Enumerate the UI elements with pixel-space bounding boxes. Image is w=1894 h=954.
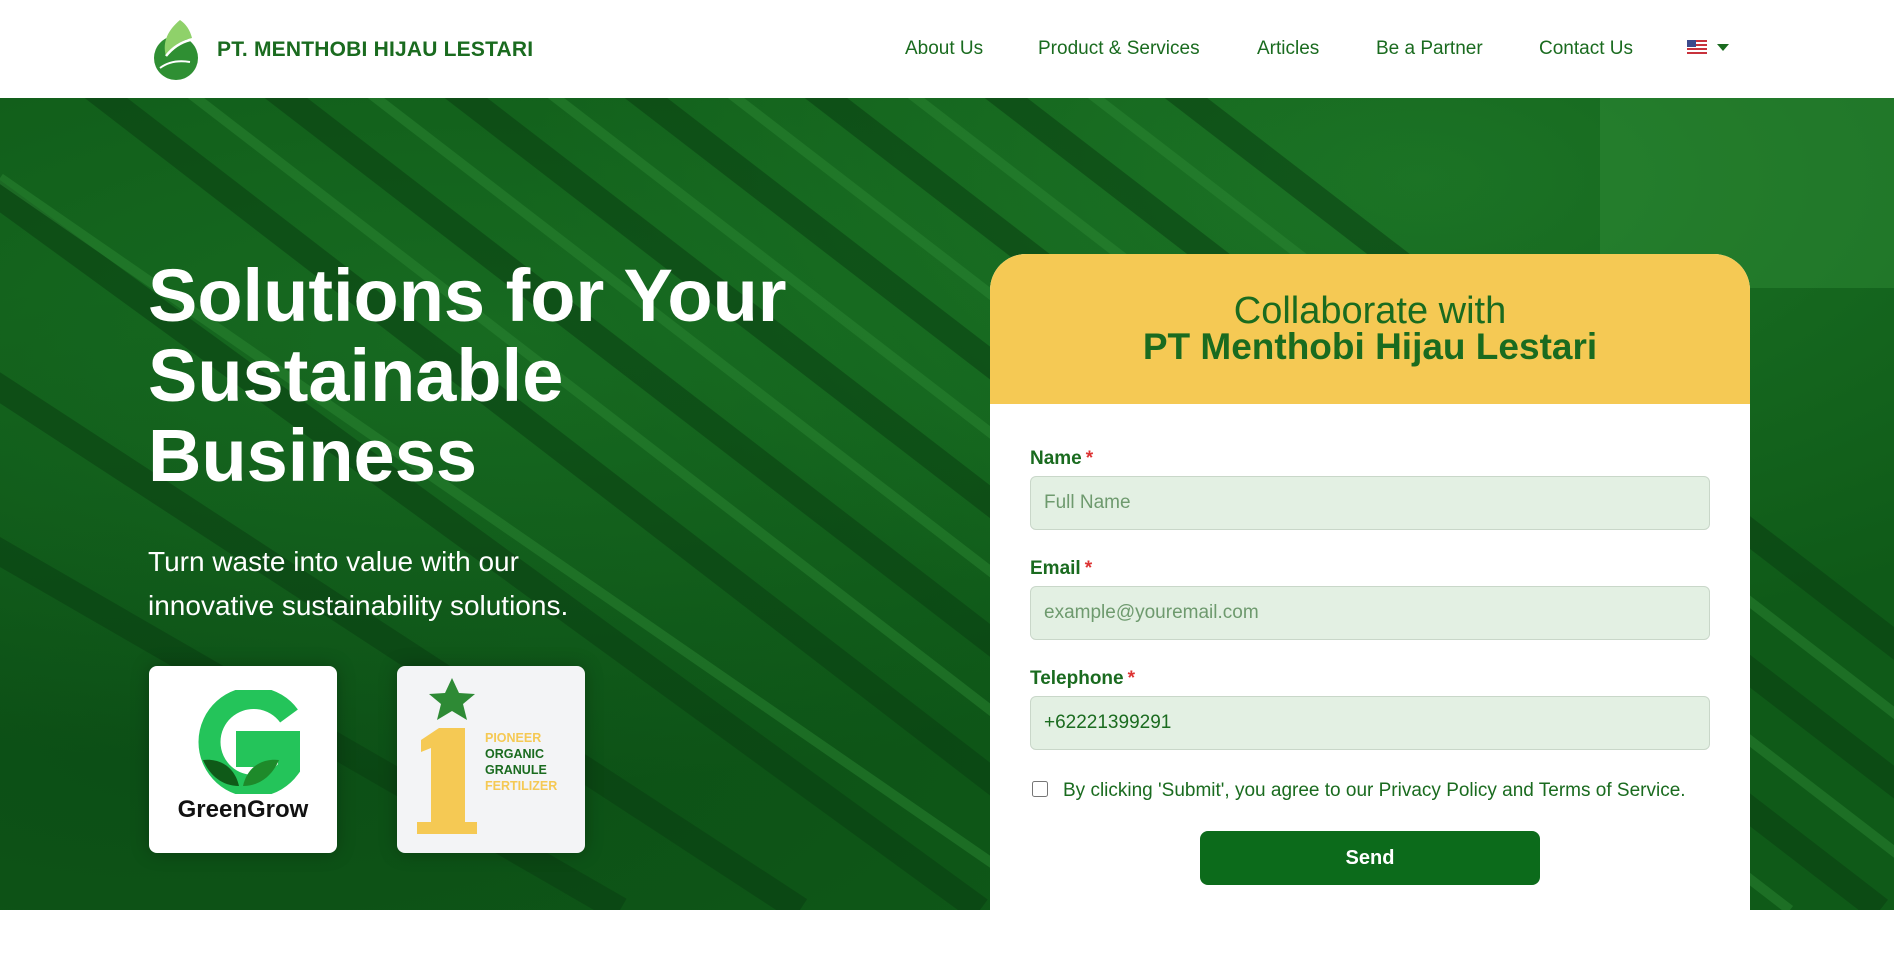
pioneer-line-1: PIONEER <box>485 731 542 745</box>
greengrow-logo-icon <box>198 690 300 794</box>
greengrow-label: GreenGrow <box>177 796 309 823</box>
form-heading-line2: PT Menthobi Hijau Lestari <box>1142 326 1598 367</box>
chevron-down-icon <box>1717 43 1729 51</box>
telephone-label: Telephone * <box>1030 668 1136 689</box>
consent-text: By clicking 'Submit', you agree to our P… <box>1063 780 1686 801</box>
pioneer-line-4: FERTILIZER <box>485 779 558 793</box>
language-selector[interactable] <box>1687 40 1729 54</box>
form-header: Collaborate with PT Menthobi Hijau Lesta… <box>990 254 1750 404</box>
hero-subtitle-line1: Turn waste into value with our <box>148 546 519 577</box>
consent-checkbox[interactable] <box>1032 781 1048 797</box>
pioneer-line-3: GRANULE <box>485 763 547 777</box>
nav-product-services[interactable]: Product & Services <box>1038 38 1200 60</box>
email-field[interactable] <box>1030 586 1710 640</box>
hero-subtitle-line2: innovative sustainability solutions. <box>148 590 569 621</box>
nav-be-a-partner[interactable]: Be a Partner <box>1376 38 1483 60</box>
telephone-field[interactable] <box>1030 696 1710 750</box>
name-field[interactable] <box>1030 476 1710 530</box>
us-flag-icon <box>1687 40 1707 54</box>
pioneer-line-2: ORGANIC <box>485 747 545 761</box>
required-marker: * <box>1084 558 1093 579</box>
hero-title-line2: Sustainable <box>148 334 564 417</box>
pioneer-badge: PIONEER ORGANIC GRANULE FERTILIZER <box>397 666 585 853</box>
company-logo-icon[interactable] <box>150 16 204 82</box>
send-button[interactable]: Send <box>1200 831 1540 885</box>
number-one-star-icon <box>417 678 477 834</box>
required-marker: * <box>1127 668 1136 689</box>
greengrow-badge: GreenGrow <box>149 666 337 853</box>
hero-title-line3: Business <box>148 414 478 497</box>
site-header: PT. MENTHOBI HIJAU LESTARI About Us Prod… <box>0 0 1894 98</box>
hero-subtitle: Turn waste into value with our innovativ… <box>148 540 668 628</box>
required-marker: * <box>1085 448 1094 469</box>
nav-articles[interactable]: Articles <box>1257 38 1319 60</box>
name-label: Name * <box>1030 448 1094 469</box>
email-label: Email * <box>1030 558 1093 579</box>
nav-contact-us[interactable]: Contact Us <box>1539 38 1633 60</box>
brand-name[interactable]: PT. MENTHOBI HIJAU LESTARI <box>217 38 533 62</box>
hero-title: Solutions for Your Sustainable Business <box>148 256 908 496</box>
hero-title-line1: Solutions for Your <box>148 254 787 337</box>
nav-about-us[interactable]: About Us <box>905 38 983 60</box>
collaboration-form: Collaborate with PT Menthobi Hijau Lesta… <box>990 254 1750 954</box>
